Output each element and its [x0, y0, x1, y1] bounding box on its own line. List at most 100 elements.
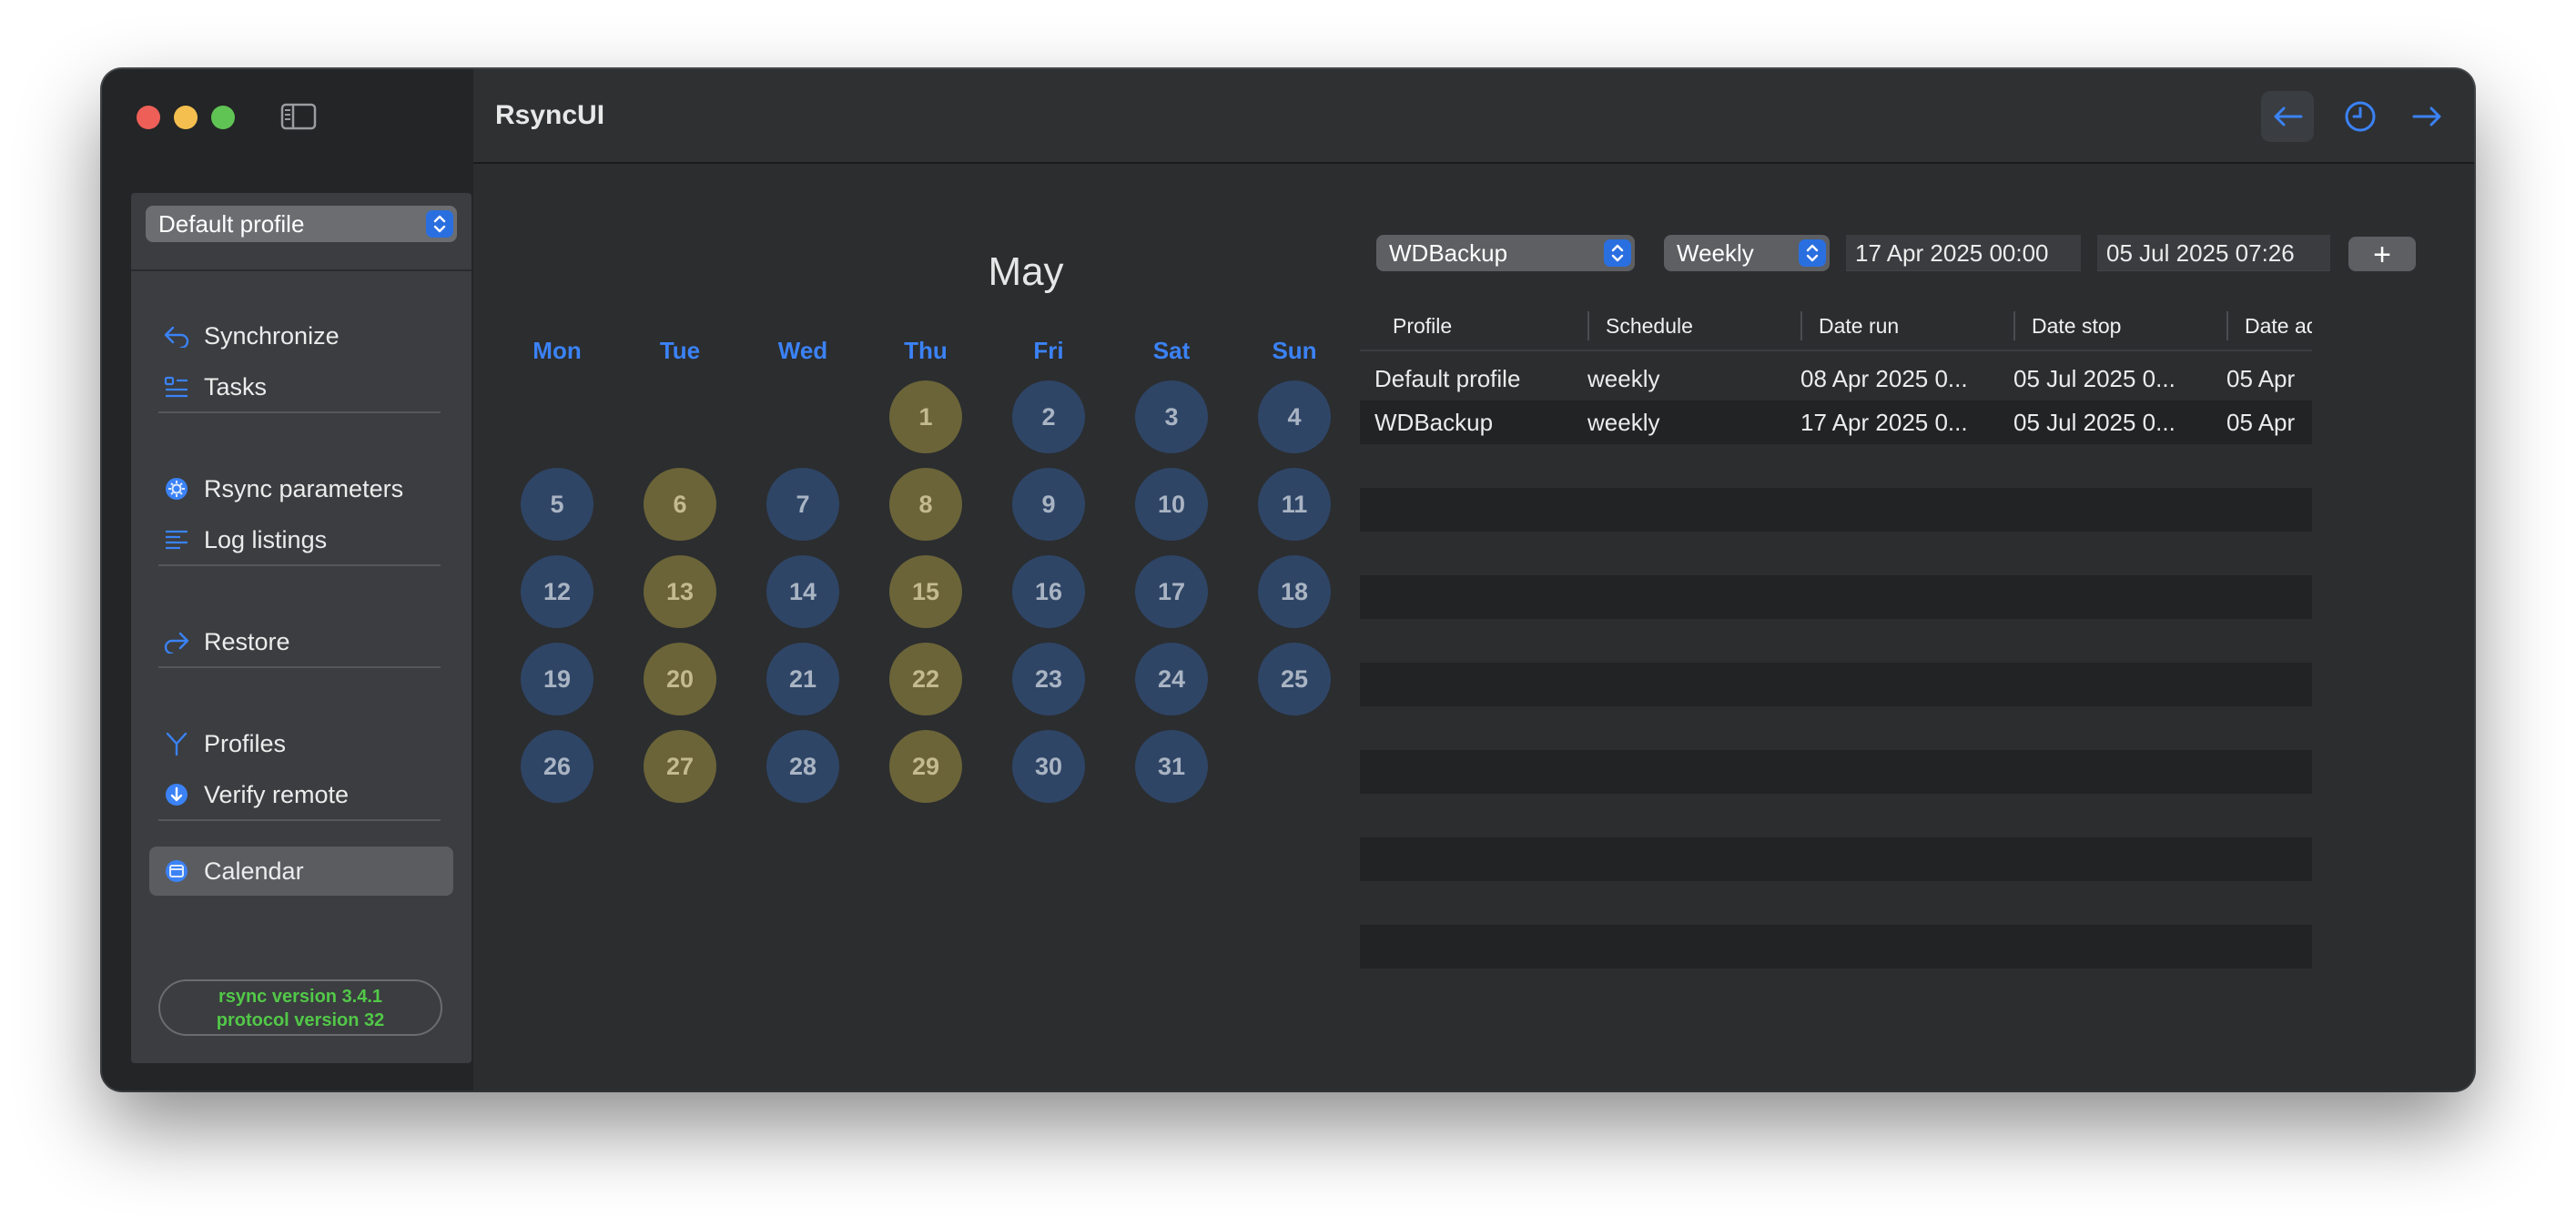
calendar-day[interactable]: 24: [1135, 643, 1208, 715]
column-header-date-added[interactable]: Date ad: [2228, 300, 2312, 351]
table-cell: WDBackup: [1374, 409, 1494, 436]
table-cell: 05 Jul 2025 0...: [2013, 409, 2175, 436]
sidebar-item-label: Tasks: [204, 372, 268, 401]
calendar-day[interactable]: 9: [1012, 468, 1085, 541]
table-row: [1360, 794, 2312, 837]
arrow-down-circle-icon: [162, 780, 191, 809]
table-cell: Default profile: [1374, 365, 1521, 392]
sidebar-item-tasks[interactable]: Tasks: [149, 362, 453, 411]
calendar-day[interactable]: 4: [1258, 380, 1331, 453]
profile-select-label: Default profile: [158, 210, 305, 238]
sidebar-item-synchronize[interactable]: Synchronize: [149, 311, 453, 360]
calendar-day[interactable]: 29: [889, 730, 962, 803]
calendar-day[interactable]: 25: [1258, 643, 1331, 715]
sidebar-item-rsync-parameters[interactable]: Rsync parameters: [149, 464, 453, 513]
calendar-day[interactable]: 16: [1012, 555, 1085, 628]
arrow-uturn-left-icon: [162, 321, 191, 350]
calendar-day[interactable]: 27: [644, 730, 716, 803]
sidebar-item-profiles[interactable]: Profiles: [149, 719, 453, 768]
weekday-label: Sat: [1152, 337, 1191, 364]
chevron-up-down-icon: [1604, 239, 1631, 267]
calendar-day[interactable]: 6: [644, 468, 716, 541]
minimize-window-button[interactable]: [174, 106, 198, 129]
table-row[interactable]: WDBackup weekly 17 Apr 2025 0... 05 Jul 202…: [1360, 401, 2312, 444]
sidebar-item-calendar[interactable]: Calendar: [149, 847, 453, 896]
calendar-day[interactable]: 11: [1258, 468, 1331, 541]
weekday-label: Tue: [659, 337, 701, 364]
forward-button[interactable]: [2401, 91, 2454, 142]
arrow-uturn-right-icon: [162, 627, 191, 656]
column-header-schedule[interactable]: Schedule: [1589, 300, 1693, 351]
schedule-profile-label: WDBackup: [1389, 239, 1508, 267]
schedule-frequency-select[interactable]: Weekly: [1664, 235, 1830, 271]
sidebar-item-label: Synchronize: [204, 321, 340, 350]
schedule-table: Profile Schedule Date run Date stop Date…: [1360, 300, 2312, 1019]
clock-icon: [2345, 101, 2376, 132]
calendar-day[interactable]: 10: [1135, 468, 1208, 541]
calendar-day[interactable]: 14: [766, 555, 839, 628]
column-header-date-run[interactable]: Date run: [1802, 300, 1899, 351]
sidebar-item-verify-remote[interactable]: Verify remote: [149, 770, 453, 819]
calendar-day[interactable]: 5: [521, 468, 593, 541]
column-header-date-stop[interactable]: Date stop: [2015, 300, 2121, 351]
add-schedule-button[interactable]: +: [2348, 237, 2416, 272]
table-cell: 08 Apr 2025 0...: [1800, 365, 1968, 392]
profile-select[interactable]: Default profile: [146, 206, 457, 242]
table-cell: weekly: [1587, 409, 1660, 436]
chevron-up-down-icon: [1799, 239, 1826, 267]
calendar-day[interactable]: 15: [889, 555, 962, 628]
back-button[interactable]: [2261, 91, 2314, 142]
calendar-day[interactable]: 30: [1012, 730, 1085, 803]
calendar-day[interactable]: 20: [644, 643, 716, 715]
sidebar-item-restore[interactable]: Restore: [149, 617, 453, 666]
sidebar-divider: [131, 269, 472, 271]
calendar-day[interactable]: 17: [1135, 555, 1208, 628]
calendar-day[interactable]: 2: [1012, 380, 1085, 453]
weekday-label: Wed: [777, 337, 828, 364]
calendar-day[interactable]: 3: [1135, 380, 1208, 453]
calendar-day[interactable]: 23: [1012, 643, 1085, 715]
sidebar-separator: [158, 411, 441, 413]
zoom-window-button[interactable]: [211, 106, 235, 129]
table-cell: 05 Jul 2025 0...: [2013, 365, 2175, 392]
calendar-day[interactable]: 18: [1258, 555, 1331, 628]
calendar-day[interactable]: 22: [889, 643, 962, 715]
table-header: Profile Schedule Date run Date stop Date…: [1360, 300, 2312, 351]
calendar-day[interactable]: 26: [521, 730, 593, 803]
table-row[interactable]: Default profile weekly 08 Apr 2025 0... 05 …: [1360, 357, 2312, 401]
calendar-day[interactable]: 31: [1135, 730, 1208, 803]
calendar-day[interactable]: 13: [644, 555, 716, 628]
arrow-left-icon: [2274, 106, 2303, 127]
date-run-field[interactable]: 17 Apr 2025 00:00: [1846, 235, 2081, 271]
sidebar-item-log-listings[interactable]: Log listings: [149, 515, 453, 564]
sidebar-toggle-icon[interactable]: [280, 102, 317, 131]
table-cell: 05 Apr: [2226, 365, 2296, 392]
weekday-label: Sun: [1272, 337, 1317, 364]
sidebar-item-label: Rsync parameters: [204, 474, 404, 502]
calendar-day[interactable]: 12: [521, 555, 593, 628]
schedule-frequency-label: Weekly: [1677, 239, 1754, 267]
weekday-label: Mon: [532, 337, 582, 364]
text-lines-icon: [162, 525, 191, 554]
date-stop-field[interactable]: 05 Jul 2025 07:26: [2097, 235, 2330, 271]
calendar-day[interactable]: 7: [766, 468, 839, 541]
calendar-icon: [162, 857, 191, 886]
calendar-day[interactable]: 19: [521, 643, 593, 715]
app-title: RsyncUI: [495, 100, 605, 130]
close-window-button[interactable]: [137, 106, 160, 129]
calendar-day[interactable]: 8: [889, 468, 962, 541]
calendar-day[interactable]: 28: [766, 730, 839, 803]
history-button[interactable]: [2334, 91, 2387, 142]
calendar-day[interactable]: 21: [766, 643, 839, 715]
calendar-day[interactable]: 1: [889, 380, 962, 453]
sidebar-item-label: Verify remote: [204, 780, 350, 808]
table-row: [1360, 925, 2312, 968]
gear-badge-icon: [162, 474, 191, 503]
arrow-right-icon: [2412, 106, 2441, 127]
table-cell: 05 Apr: [2226, 409, 2296, 436]
schedule-profile-select[interactable]: WDBackup: [1376, 235, 1635, 271]
table-row: [1360, 532, 2312, 575]
column-header-profile[interactable]: Profile: [1376, 300, 1452, 351]
table-row: [1360, 706, 2312, 750]
app-window: RsyncUI Default profile Synchronize Task…: [102, 69, 2474, 1090]
